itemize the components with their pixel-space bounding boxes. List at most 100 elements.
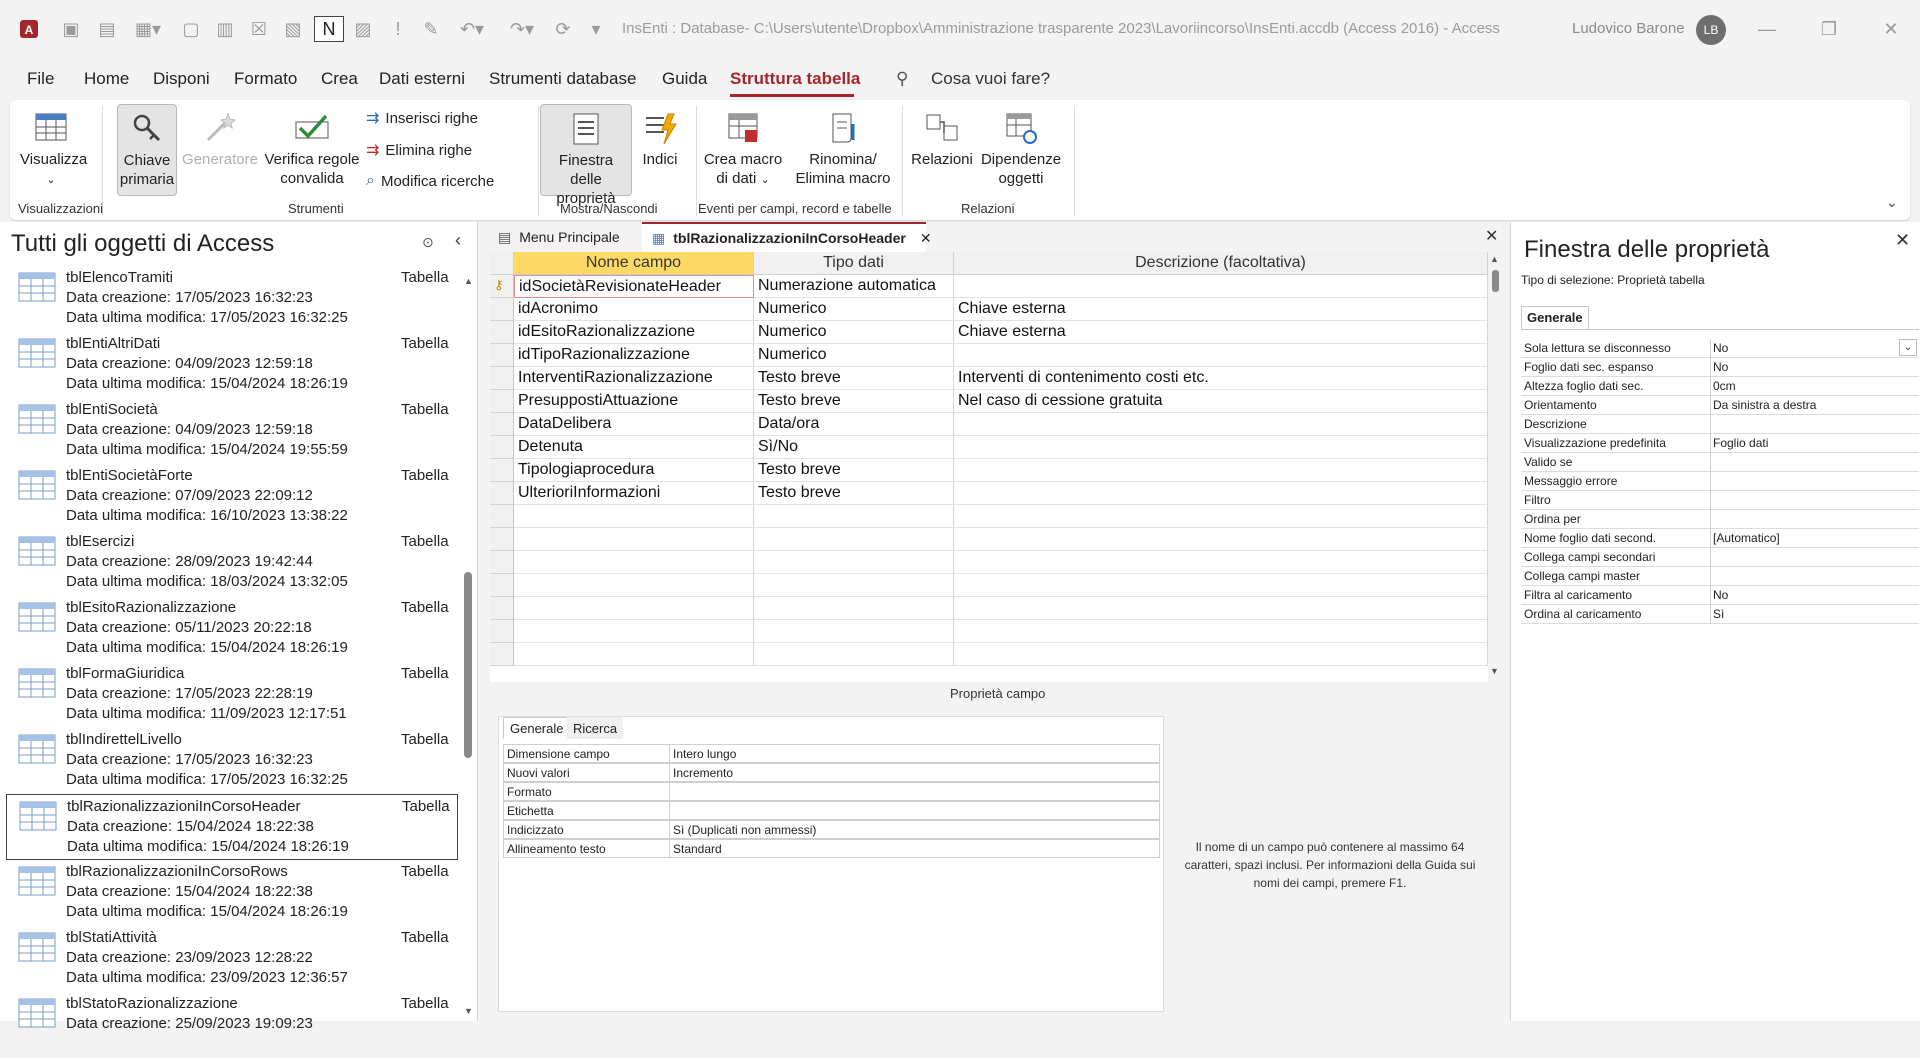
close-tab-icon[interactable]: ✕ <box>920 230 932 247</box>
nav-item[interactable]: tblEsercizi Tabella Data creazione: 28/09/… <box>6 530 458 596</box>
menu-disponi[interactable]: Disponi <box>153 69 210 89</box>
row-selector[interactable] <box>490 344 514 367</box>
field-tab-ricerca[interactable]: Ricerca <box>567 717 624 739</box>
cell-name[interactable]: PresuppostiAttuazione <box>514 390 754 413</box>
cell-desc[interactable] <box>954 482 1488 505</box>
design-view-icon[interactable]: N <box>314 16 344 42</box>
cell-desc[interactable]: Chiave esterna <box>954 321 1488 344</box>
cell-name[interactable]: UlterioriInformazioni <box>514 482 754 505</box>
property-row[interactable]: Sola lettura se disconnesso No ⌄ <box>1521 339 1919 358</box>
grid-scroll-thumb[interactable] <box>1492 270 1499 292</box>
menu-crea[interactable]: Crea <box>321 69 358 89</box>
cell-type[interactable] <box>754 551 954 574</box>
tab-table-design[interactable]: ▦ tblRazionalizzazioniInCorsoHeader ✕ <box>642 222 932 252</box>
cell-name[interactable] <box>514 528 754 551</box>
layout-icon[interactable]: ▨ <box>350 16 376 42</box>
row-selector-primary-key[interactable]: ⚷ <box>490 275 514 298</box>
row-selector[interactable] <box>490 643 514 666</box>
nav-item[interactable]: tblRazionalizzazioniInCorsoHeader Tabella… <box>6 794 458 860</box>
inserisci-righe-button[interactable]: ⇉ Inserisci righe <box>366 108 478 128</box>
row-selector[interactable] <box>490 528 514 551</box>
property-value[interactable]: [Automatico] <box>1713 531 1780 545</box>
delete-icon[interactable]: ☒ <box>246 16 272 42</box>
cell-name[interactable]: idSocietàRevisionateHeader <box>514 275 754 298</box>
avatar[interactable]: LB <box>1696 15 1726 45</box>
row-selector[interactable] <box>490 620 514 643</box>
cell-type[interactable] <box>754 620 954 643</box>
cell-name[interactable]: idTipoRazionalizzazione <box>514 344 754 367</box>
cell-name[interactable]: Detenuta <box>514 436 754 459</box>
cell-type[interactable] <box>754 643 954 666</box>
cell-type[interactable]: Testo breve <box>754 459 954 482</box>
close-document-icon[interactable]: ✕ <box>1485 226 1498 246</box>
menu-struttura-tabella[interactable]: Struttura tabella <box>730 69 860 89</box>
header-nome-campo[interactable]: Nome campo <box>514 252 754 275</box>
property-row[interactable]: Filtra al caricamento No <box>1521 586 1919 605</box>
redo-icon[interactable]: ↷▾ <box>504 16 540 42</box>
nav-item[interactable]: tblEntiSocietàForte Tabella Data creazione… <box>6 464 458 530</box>
cell-desc[interactable] <box>954 620 1488 643</box>
collapse-nav-icon[interactable]: ‹ <box>455 230 461 251</box>
cell-type[interactable]: Numerico <box>754 344 954 367</box>
chiave-primaria-button[interactable]: Chiave primaria <box>117 104 177 196</box>
cell-name[interactable] <box>514 643 754 666</box>
cell-type[interactable]: Numerico <box>754 321 954 344</box>
restore-icon[interactable]: ❐ <box>1814 14 1844 44</box>
nav-item[interactable]: tblEntiSocietà Tabella Data creazione: 04/… <box>6 398 458 464</box>
cell-desc[interactable] <box>954 413 1488 436</box>
field-prop-value[interactable] <box>669 782 1160 801</box>
property-value[interactable]: No <box>1713 588 1728 602</box>
cell-type[interactable]: Testo breve <box>754 367 954 390</box>
tab-menu-principale[interactable]: ▤ Menu Principale <box>488 222 642 252</box>
row-selector[interactable] <box>490 390 514 413</box>
cell-desc[interactable] <box>954 344 1488 367</box>
close-property-sheet-icon[interactable]: ✕ <box>1895 230 1910 251</box>
menu-strumenti-database[interactable]: Strumenti database <box>489 69 636 89</box>
property-row[interactable]: Descrizione <box>1521 415 1919 434</box>
nav-menu-icon[interactable]: ⊙ <box>422 234 434 251</box>
property-row[interactable]: Visualizzazione predefinita Foglio dati <box>1521 434 1919 453</box>
cell-type[interactable]: Sì/No <box>754 436 954 459</box>
cut-icon[interactable]: ▥ <box>212 16 238 42</box>
nav-item[interactable]: tblStatoRazionalizzazione Tabella Data cre… <box>6 992 458 1058</box>
property-row[interactable]: Nome foglio dati second. [Automatico] <box>1521 529 1919 548</box>
alert-icon[interactable]: ! <box>390 16 406 42</box>
relazioni-button[interactable]: Relazioni <box>908 104 976 194</box>
nav-item[interactable]: tblStatiAttività Tabella Data creazione: 2… <box>6 926 458 992</box>
cell-desc[interactable] <box>954 505 1488 528</box>
tell-me-search[interactable]: Cosa vuoi fare? <box>931 69 1050 89</box>
header-descrizione[interactable]: Descrizione (facoltativa) <box>954 252 1488 275</box>
property-row[interactable]: Orientamento Da sinistra a destra <box>1521 396 1919 415</box>
property-row[interactable]: Ordina per <box>1521 510 1919 529</box>
form-icon[interactable]: ▧ <box>280 16 306 42</box>
row-selector[interactable] <box>490 505 514 528</box>
cell-name[interactable] <box>514 505 754 528</box>
cell-desc[interactable]: Chiave esterna <box>954 298 1488 321</box>
finestra-proprieta-button[interactable]: Finestra delle proprietà <box>540 104 632 207</box>
cell-name[interactable] <box>514 620 754 643</box>
collapse-ribbon-icon[interactable]: ⌄ <box>1886 194 1898 211</box>
user-name[interactable]: Ludovico Barone <box>1572 20 1685 37</box>
property-value[interactable]: 0cm <box>1713 379 1736 393</box>
minimize-icon[interactable]: — <box>1752 14 1782 44</box>
save-icon[interactable]: ▣ <box>58 16 84 42</box>
row-selector[interactable] <box>490 367 514 390</box>
close-icon[interactable]: ✕ <box>1876 14 1906 44</box>
row-selector[interactable] <box>490 436 514 459</box>
cell-desc[interactable] <box>954 436 1488 459</box>
header-tipo-dati[interactable]: Tipo dati <box>754 252 954 275</box>
cell-type[interactable] <box>754 574 954 597</box>
row-selector[interactable] <box>490 574 514 597</box>
indici-button[interactable]: Indici <box>636 104 684 194</box>
cell-name[interactable]: DataDelibera <box>514 413 754 436</box>
edit-icon[interactable]: ✎ <box>418 16 444 42</box>
cell-type[interactable]: Numerico <box>754 298 954 321</box>
nav-item[interactable]: tblElencoTramiti Tabella Data creazione: 1… <box>6 266 458 332</box>
nav-item[interactable]: tblEntiAltriDati Tabella Data creazione: 0… <box>6 332 458 398</box>
row-selector[interactable] <box>490 597 514 620</box>
property-value[interactable]: Foglio dati <box>1713 436 1768 450</box>
cell-name[interactable]: idEsitoRazionalizzazione <box>514 321 754 344</box>
rinomina-macro-button[interactable]: Rinomina/Elimina macro <box>790 104 896 194</box>
generatore-button[interactable]: Generatore <box>180 104 260 194</box>
cell-type[interactable]: Numerazione automatica <box>754 275 954 298</box>
